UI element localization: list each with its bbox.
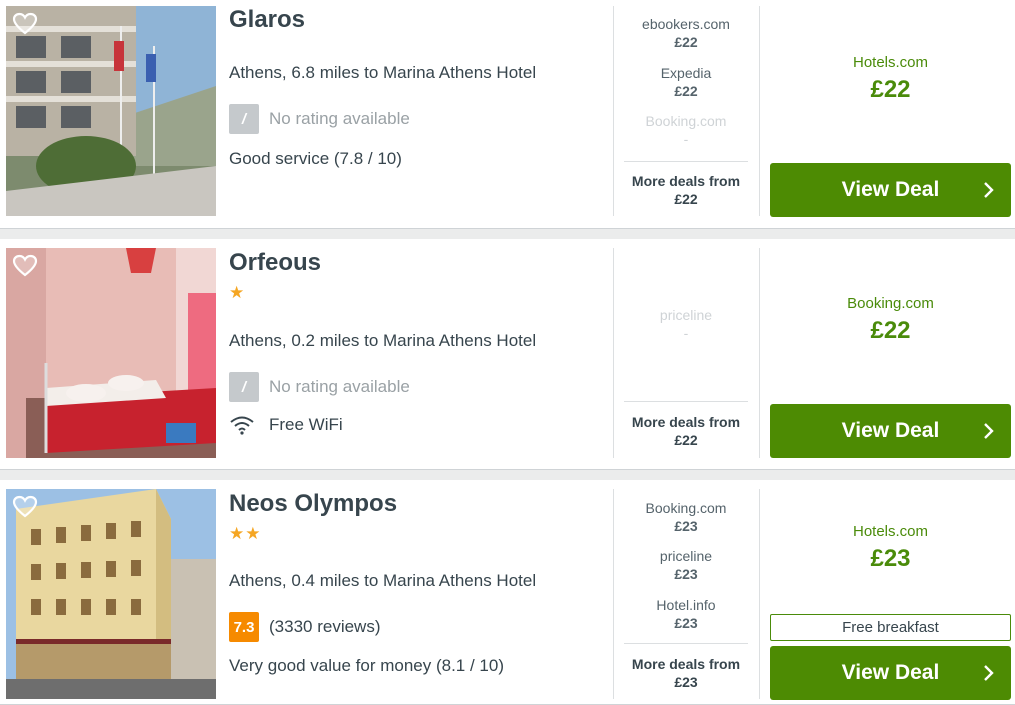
hotel-photo[interactable] <box>6 489 216 699</box>
hotel-photo-image <box>6 248 216 458</box>
divider <box>613 489 614 699</box>
hotel-card: Orfeous ★ Athens, 0.2 miles to Marina At… <box>0 239 1015 470</box>
more-deals-price: £22 <box>674 432 698 448</box>
divider <box>759 6 760 216</box>
more-deals-label: More deals from <box>631 656 741 672</box>
chevron-right-icon <box>984 182 994 198</box>
deal-item[interactable]: Hotel.info £23 <box>624 596 748 632</box>
hotel-photo-image <box>6 6 216 216</box>
best-deal-site: Hotels.com <box>852 54 929 71</box>
hotel-name[interactable]: Neos Olympos <box>229 490 397 518</box>
view-deal-button[interactable]: View Deal <box>770 404 1011 458</box>
heart-outline-icon[interactable] <box>12 254 38 278</box>
review-summary: Very good value for money (8.1 / 10) <box>229 656 504 675</box>
best-deal-price: £22 <box>870 317 911 344</box>
deal-item[interactable]: Expedia £22 <box>624 64 748 100</box>
rating-badge: / <box>229 104 259 134</box>
hotel-name[interactable]: Orfeous <box>229 249 321 277</box>
deal-site: priceline <box>659 307 713 323</box>
deal-price: £23 <box>674 615 698 631</box>
deal-price: £22 <box>674 83 698 99</box>
deal-price: £23 <box>674 518 698 534</box>
hotel-card: Neos Olympos ★★ Athens, 0.4 miles to Mar… <box>0 480 1015 705</box>
deal-site: Expedia <box>660 65 712 81</box>
star-rating: ★★ <box>229 524 262 543</box>
free-breakfast-badge: Free breakfast <box>770 614 1011 641</box>
more-deals-label: More deals from <box>631 414 741 430</box>
view-deal-button[interactable]: View Deal <box>770 163 1011 217</box>
deal-price: - <box>683 131 689 147</box>
deal-site: Booking.com <box>645 113 727 129</box>
divider <box>759 248 760 458</box>
hotel-card: Glaros Athens, 6.8 miles to Marina Athen… <box>0 0 1015 229</box>
hotel-location: Athens, 6.8 miles to Marina Athens Hotel <box>229 63 537 82</box>
chevron-right-icon <box>984 423 994 439</box>
more-deals-label: More deals from <box>631 173 741 189</box>
deal-item: priceline - <box>624 306 748 342</box>
deal-item[interactable]: Booking.com £23 <box>624 499 748 535</box>
divider <box>613 248 614 458</box>
chevron-right-icon <box>984 665 994 681</box>
heart-outline-icon[interactable] <box>12 12 38 36</box>
deal-item: Booking.com - <box>624 112 748 148</box>
deal-site: priceline <box>659 548 713 564</box>
heart-outline-icon[interactable] <box>12 495 38 519</box>
rating-badge: 7.3 <box>229 612 259 642</box>
amenity-label: Free WiFi <box>269 415 343 434</box>
review-summary: Good service (7.8 / 10) <box>229 149 402 168</box>
rating-text: No rating available <box>269 377 410 396</box>
hotel-rating: / No rating available <box>229 372 410 402</box>
rating-badge: / <box>229 372 259 402</box>
hotel-rating[interactable]: 7.3 (3330 reviews) <box>229 612 381 642</box>
divider <box>624 161 748 162</box>
rating-text: (3330 reviews) <box>269 617 381 636</box>
hotel-name[interactable]: Glaros <box>229 6 305 34</box>
best-deal-price: £23 <box>870 545 911 572</box>
view-deal-button[interactable]: View Deal <box>770 646 1011 700</box>
more-deals-link[interactable]: More deals from £22 <box>624 413 748 449</box>
more-deals-link[interactable]: More deals from £22 <box>624 172 748 208</box>
more-deals-price: £23 <box>674 674 698 690</box>
divider <box>624 401 748 402</box>
best-deal-site: Booking.com <box>847 295 934 312</box>
wifi-icon <box>230 416 254 435</box>
deal-price: £22 <box>674 34 698 50</box>
divider <box>624 643 748 644</box>
deal-site: Booking.com <box>645 500 727 516</box>
hotel-photo[interactable] <box>6 248 216 458</box>
divider <box>759 489 760 699</box>
star-rating: ★ <box>229 283 246 302</box>
view-deal-label: View Deal <box>841 419 940 442</box>
best-deal-price: £22 <box>870 76 911 103</box>
more-deals-link[interactable]: More deals from £23 <box>624 655 748 691</box>
deal-site: ebookers.com <box>642 16 730 32</box>
hotel-location: Athens, 0.4 miles to Marina Athens Hotel <box>229 571 537 590</box>
deal-price: - <box>683 325 689 341</box>
hotel-rating: / No rating available <box>229 104 410 134</box>
more-deals-price: £22 <box>674 191 698 207</box>
view-deal-label: View Deal <box>841 661 940 684</box>
hotel-photo[interactable] <box>6 6 216 216</box>
amenity-wifi: Free WiFi <box>229 415 343 435</box>
deal-item[interactable]: priceline £23 <box>624 547 748 583</box>
hotel-photo-image <box>6 489 216 699</box>
deal-item[interactable]: ebookers.com £22 <box>624 15 748 51</box>
hotel-location: Athens, 0.2 miles to Marina Athens Hotel <box>229 331 537 350</box>
rating-text: No rating available <box>269 109 410 128</box>
deal-price: £23 <box>674 566 698 582</box>
divider <box>613 6 614 216</box>
best-deal-site: Hotels.com <box>852 523 929 540</box>
view-deal-label: View Deal <box>841 178 940 201</box>
deal-site: Hotel.info <box>656 597 716 613</box>
